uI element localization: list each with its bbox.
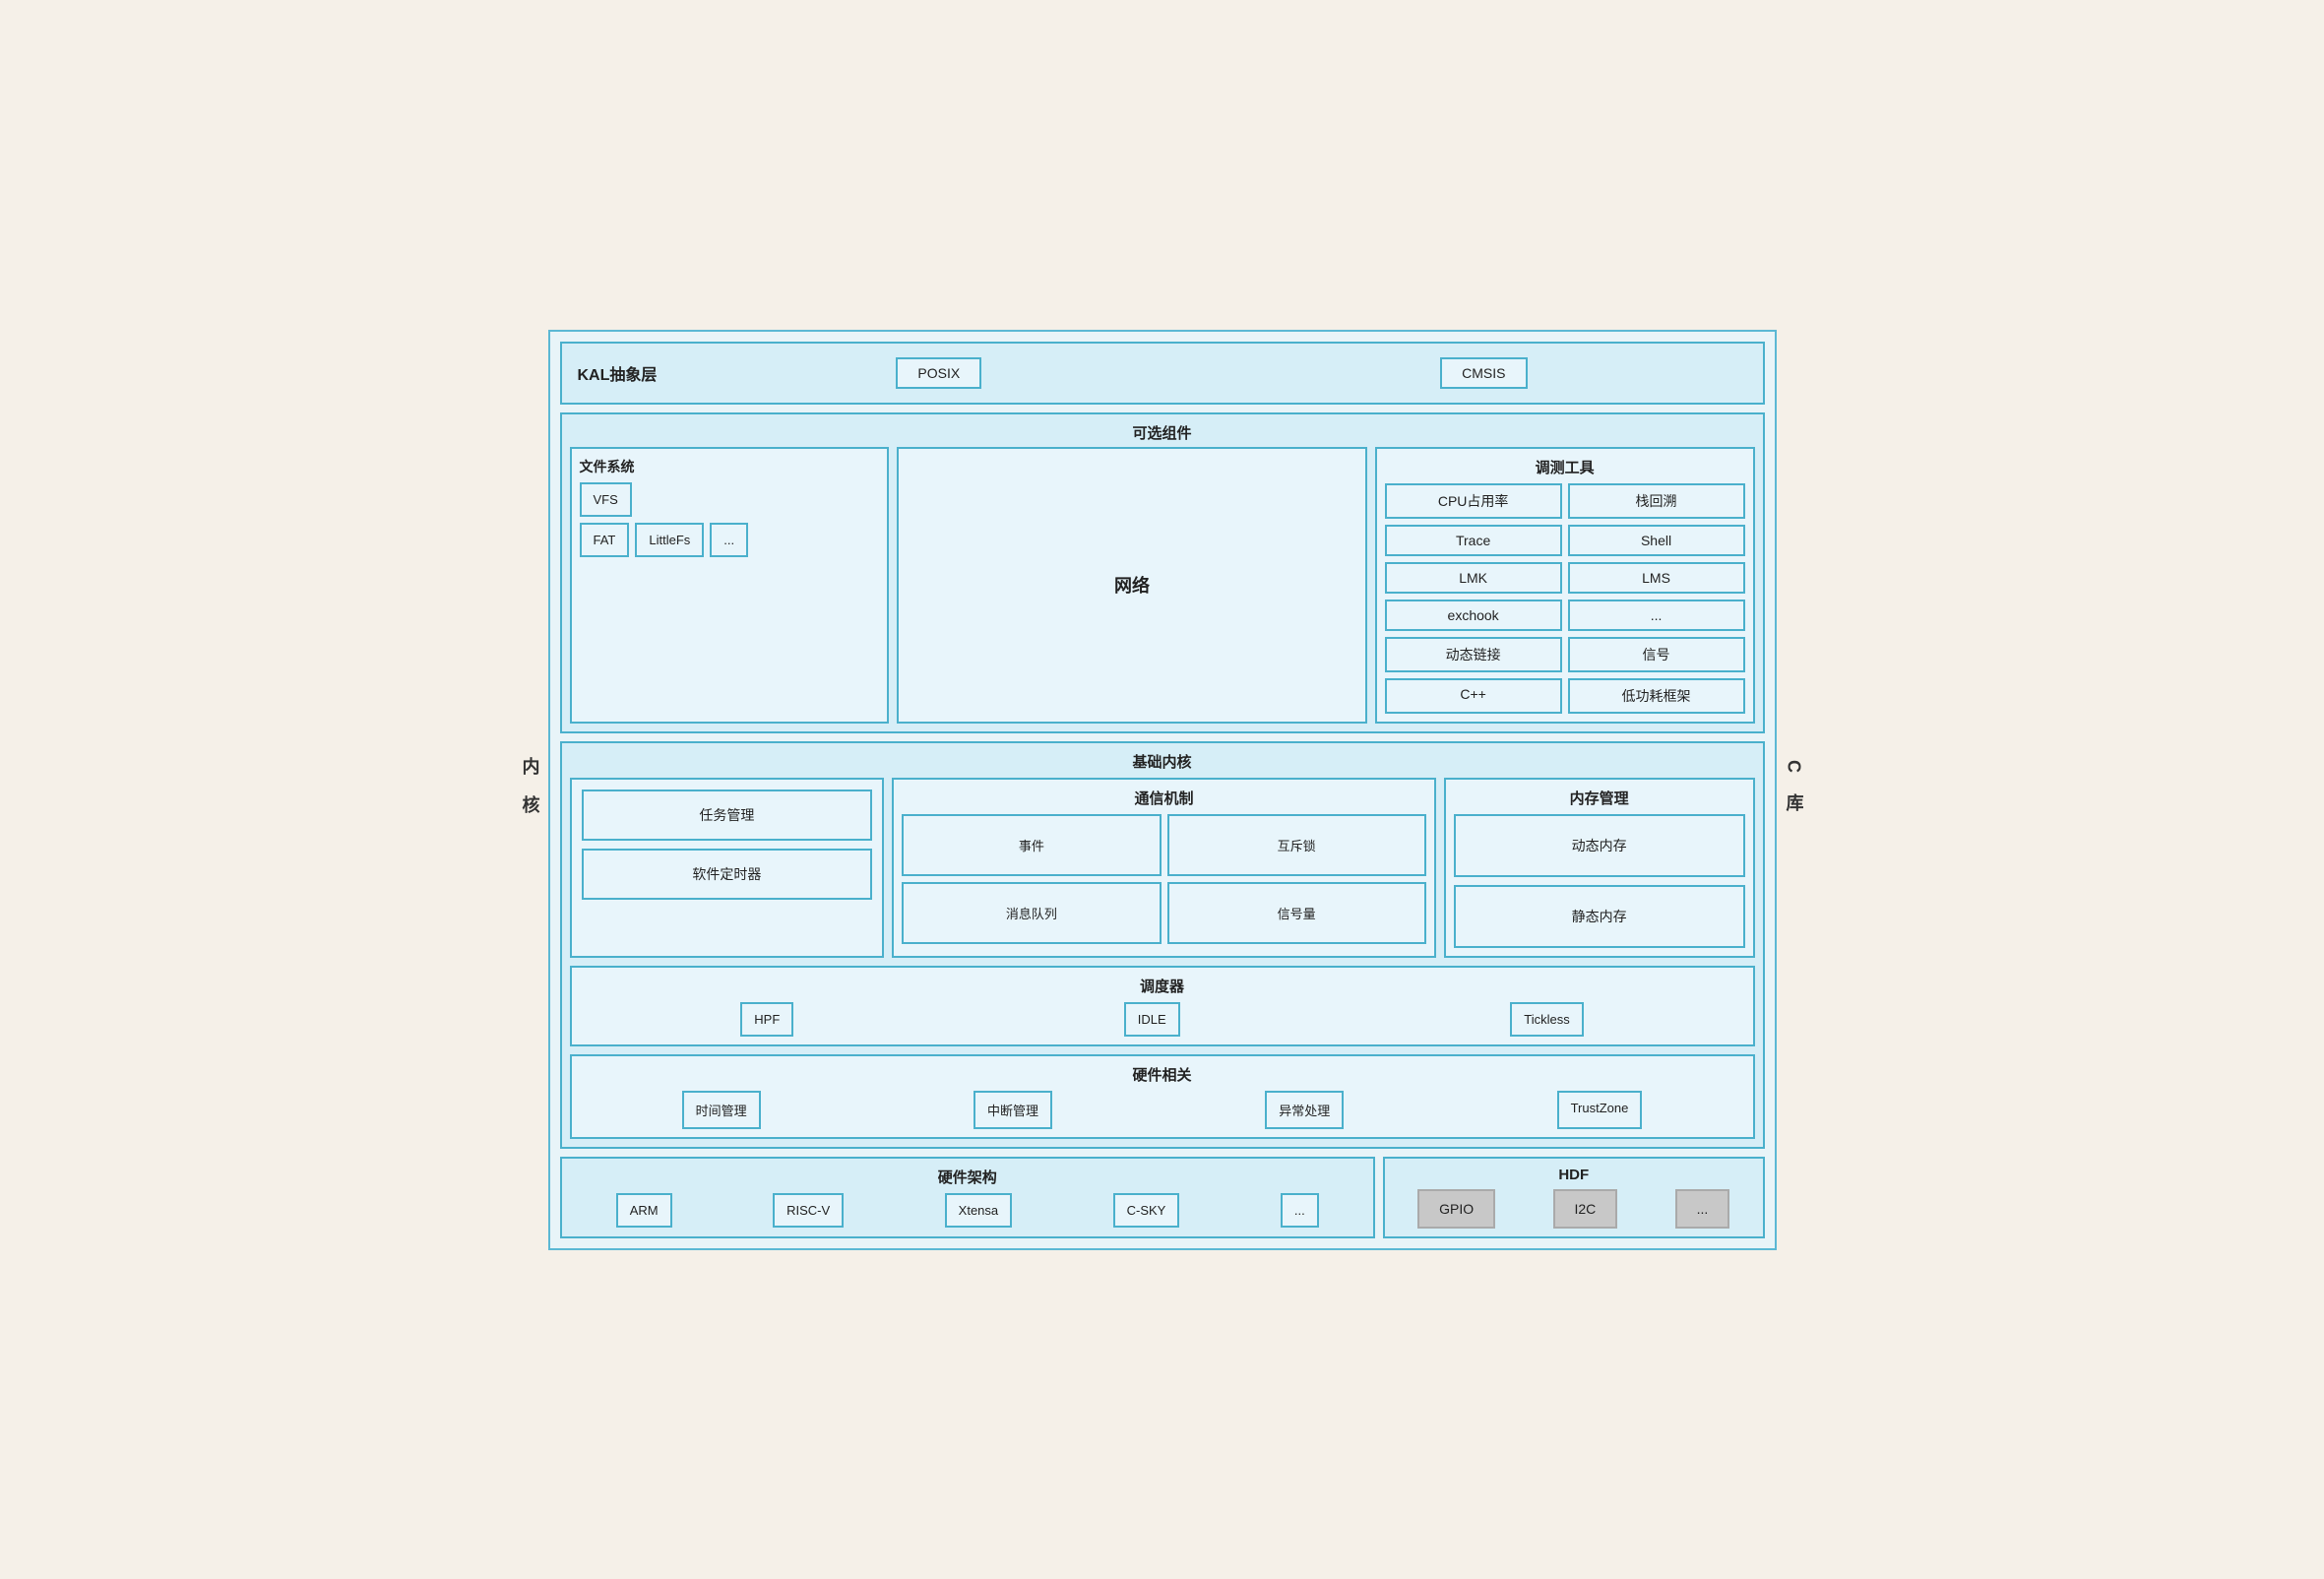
kal-label: KAL抽象层 <box>578 361 658 385</box>
debug-shell: Shell <box>1568 525 1745 556</box>
debug-lms: LMS <box>1568 562 1745 594</box>
kernel-title: 基础内核 <box>570 751 1755 772</box>
sched-hpf: HPF <box>740 1002 793 1037</box>
filesys-more: ... <box>710 523 748 557</box>
arch-arm: ARM <box>616 1193 672 1228</box>
filesys-vfs: VFS <box>580 482 632 517</box>
timer-box: 软件定时器 <box>582 849 873 900</box>
filesys-fat: FAT <box>580 523 630 557</box>
debug-lmk: LMK <box>1385 562 1562 594</box>
hdf-more: ... <box>1675 1189 1730 1229</box>
filesys-label: 文件系统 <box>580 457 880 476</box>
debug-stack: 栈回溯 <box>1568 483 1745 519</box>
main-diagram: KAL抽象层 POSIX CMSIS 可选组件 文件系统 VFS FAT Lit… <box>548 330 1777 1250</box>
hdf-items: GPIO I2C ... <box>1393 1189 1755 1229</box>
kal-cmsis: CMSIS <box>1440 357 1527 389</box>
right-side-label: C 库 <box>1777 330 1812 1250</box>
debug-signal: 信号 <box>1568 637 1745 672</box>
hw-arch-items: ARM RISC-V Xtensa C-SKY ... <box>570 1193 1366 1228</box>
hw-exception: 异常处理 <box>1265 1091 1344 1129</box>
debug-cpp: C++ <box>1385 678 1562 714</box>
hw-trustzone: TrustZone <box>1557 1091 1643 1129</box>
hdf-title: HDF <box>1393 1167 1755 1183</box>
kernel-top: 任务管理 软件定时器 通信机制 事件 互斥锁 消息队列 信号量 <box>570 778 1755 958</box>
hw-arch-row: 硬件架构 ARM RISC-V Xtensa C-SKY ... HDF GPI… <box>560 1157 1765 1238</box>
kal-posix: POSIX <box>896 357 981 389</box>
debug-trace: Trace <box>1385 525 1562 556</box>
hw-arch-title: 硬件架构 <box>570 1167 1366 1187</box>
hdf-i2c: I2C <box>1553 1189 1618 1229</box>
debug-panel: 调测工具 CPU占用率 栈回溯 Trace Shell LMK LMS exc <box>1375 447 1755 724</box>
comm-section: 通信机制 事件 互斥锁 消息队列 信号量 <box>892 778 1435 958</box>
mem-section: 内存管理 动态内存 静态内存 <box>1444 778 1755 958</box>
mem-static: 静态内存 <box>1454 885 1745 948</box>
debug-more: ... <box>1568 600 1745 631</box>
kernel-section: 基础内核 任务管理 软件定时器 通信机制 事件 互斥锁 消息队列 <box>560 741 1765 1149</box>
hardware-section: 硬件相关 时间管理 中断管理 异常处理 TrustZone <box>570 1054 1755 1139</box>
hardware-title: 硬件相关 <box>580 1064 1745 1085</box>
debug-grid-5: 动态链接 信号 <box>1385 637 1745 672</box>
debug-exchook: exchook <box>1385 600 1562 631</box>
kal-row: KAL抽象层 POSIX CMSIS <box>560 342 1765 405</box>
filesys-panel: 文件系统 VFS FAT LittleFs ... <box>570 447 890 724</box>
task-mgmt-box: 任务管理 <box>582 790 873 841</box>
hdf-panel: HDF GPIO I2C ... <box>1383 1157 1765 1238</box>
arch-riscv: RISC-V <box>773 1193 844 1228</box>
debug-cpu: CPU占用率 <box>1385 483 1562 519</box>
optional-row: 可选组件 文件系统 VFS FAT LittleFs ... 网络 <box>560 412 1765 733</box>
mem-items: 动态内存 静态内存 <box>1454 814 1745 948</box>
debug-dynlink: 动态链接 <box>1385 637 1562 672</box>
hw-arch-left: 硬件架构 ARM RISC-V Xtensa C-SKY ... <box>560 1157 1376 1238</box>
scheduler-title: 调度器 <box>580 976 1745 996</box>
task-mgmt-panel: 任务管理 软件定时器 <box>570 778 885 958</box>
debug-grid-2: Trace Shell <box>1385 525 1745 556</box>
filesys-items: VFS <box>580 482 880 517</box>
hdf-gpio: GPIO <box>1417 1189 1495 1229</box>
middle-row: 基础内核 任务管理 软件定时器 通信机制 事件 互斥锁 消息队列 <box>560 741 1765 1149</box>
debug-grid-4: exchook ... <box>1385 600 1745 631</box>
optional-title: 可选组件 <box>570 422 1755 443</box>
mem-title: 内存管理 <box>1454 788 1745 808</box>
comm-msgqueue: 消息队列 <box>902 882 1161 944</box>
kal-items: POSIX CMSIS <box>676 357 1746 389</box>
comm-event: 事件 <box>902 814 1161 876</box>
arch-more: ... <box>1281 1193 1319 1228</box>
debug-grid-3: LMK LMS <box>1385 562 1745 594</box>
debug-grid-1: CPU占用率 栈回溯 <box>1385 483 1745 519</box>
debug-title: 调测工具 <box>1385 457 1745 477</box>
comm-semaphore: 信号量 <box>1167 882 1426 944</box>
arch-csky: C-SKY <box>1113 1193 1180 1228</box>
network-panel: 网络 <box>897 447 1366 724</box>
comm-title: 通信机制 <box>902 788 1425 808</box>
hw-time: 时间管理 <box>682 1091 761 1129</box>
sched-tickless: Tickless <box>1510 1002 1583 1037</box>
comm-grid: 事件 互斥锁 消息队列 信号量 <box>902 814 1425 944</box>
mem-dynamic: 动态内存 <box>1454 814 1745 877</box>
optional-inner: 文件系统 VFS FAT LittleFs ... 网络 调测工具 <box>570 447 1755 724</box>
debug-grid-6: C++ 低功耗框架 <box>1385 678 1745 714</box>
debug-lowpower: 低功耗框架 <box>1568 678 1745 714</box>
arch-xtensa: Xtensa <box>945 1193 1012 1228</box>
sched-idle: IDLE <box>1124 1002 1180 1037</box>
network-label: 网络 <box>1114 572 1150 598</box>
hardware-items: 时间管理 中断管理 异常处理 TrustZone <box>580 1091 1745 1129</box>
scheduler-section: 调度器 HPF IDLE Tickless <box>570 966 1755 1046</box>
hw-interrupt: 中断管理 <box>974 1091 1052 1129</box>
scheduler-items: HPF IDLE Tickless <box>580 1002 1745 1037</box>
comm-mutex: 互斥锁 <box>1167 814 1426 876</box>
diagram-wrapper: 内 核 KAL抽象层 POSIX CMSIS 可选组件 文件系统 VFS <box>513 330 1812 1250</box>
left-side-label: 内 核 <box>513 330 548 1250</box>
filesys-items2: FAT LittleFs ... <box>580 523 880 557</box>
filesys-littlefs: LittleFs <box>635 523 704 557</box>
